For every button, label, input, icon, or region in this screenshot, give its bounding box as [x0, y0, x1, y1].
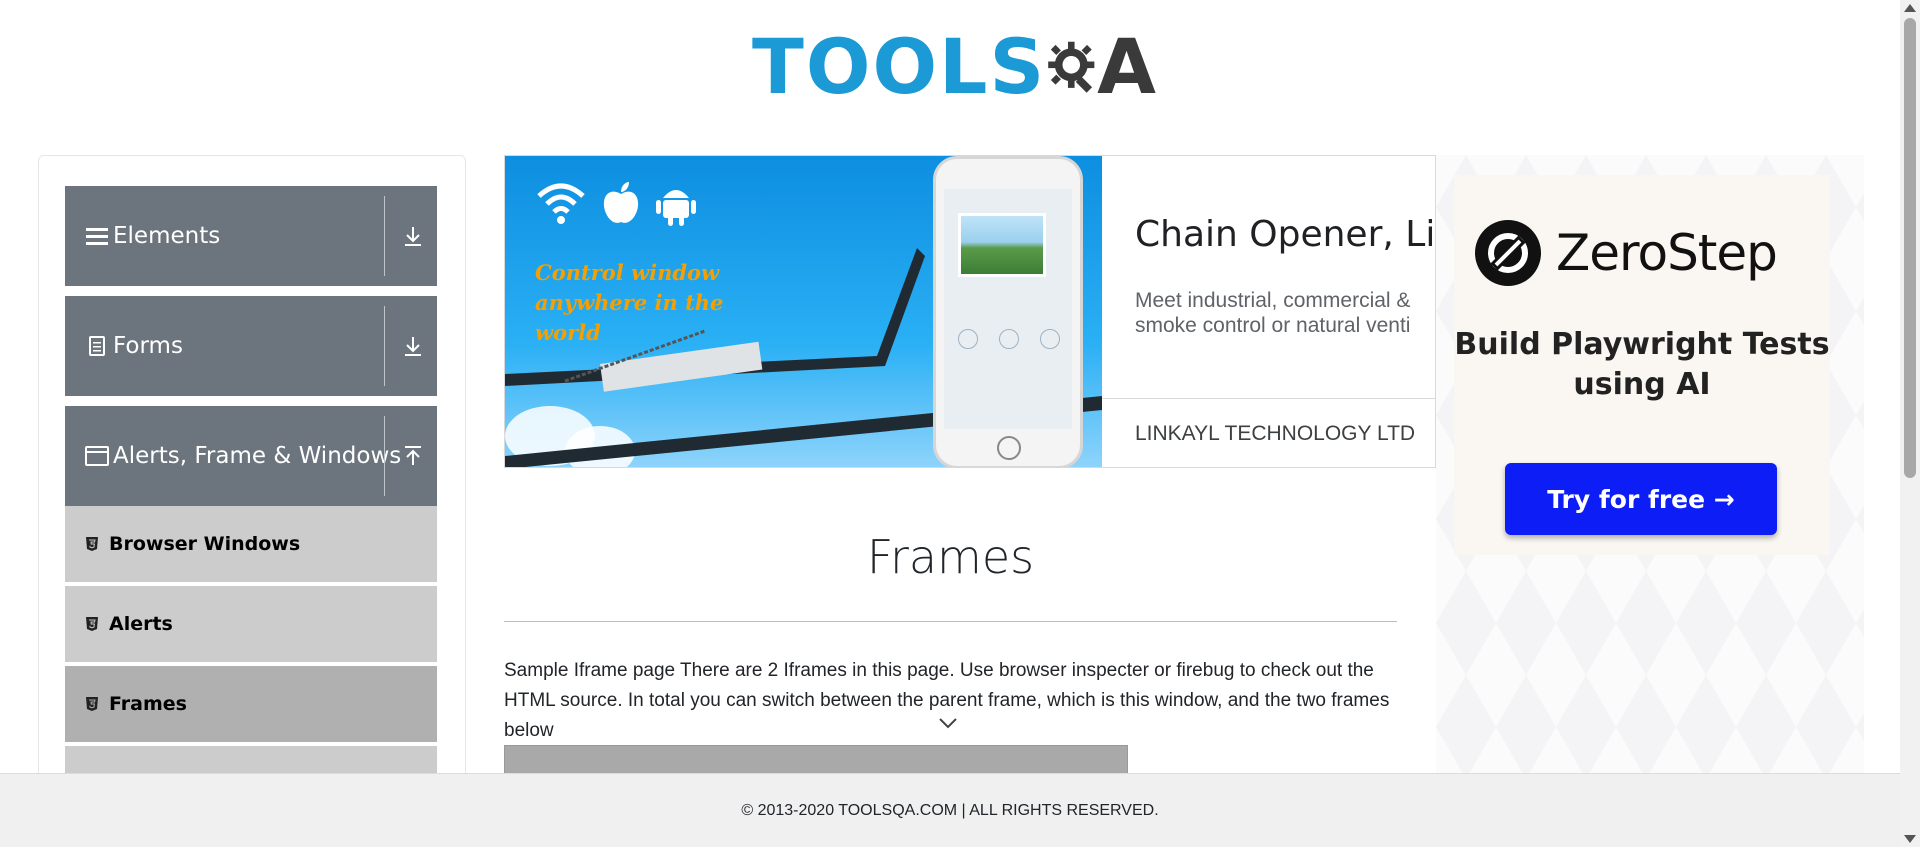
phone-screen-image	[958, 213, 1046, 277]
ad-company[interactable]: LINKAYL TECHNOLOGY LTD	[1135, 422, 1415, 446]
sidebar-panel: Elements Forms Alerts, Frame & Windows B…	[38, 155, 466, 847]
divider	[384, 196, 385, 276]
toolsqa-logo[interactable]: TOOLS A	[752, 20, 1156, 114]
ad-image: Control window anywhere in the world	[505, 156, 1102, 467]
phone-illustration	[933, 156, 1083, 467]
sidebar-group-label: Alerts, Frame & Windows	[113, 443, 402, 469]
sidebar-group-forms[interactable]: Forms	[65, 296, 437, 396]
sidebar-group-alerts-frame-windows[interactable]: Alerts, Frame & Windows	[65, 406, 437, 506]
sidebar-item-label: Alerts	[109, 613, 173, 635]
try-for-free-button[interactable]: Try for free →	[1505, 463, 1777, 535]
document-icon	[85, 334, 109, 358]
sidebar-group-label: Elements	[113, 223, 221, 249]
scroll-thumb[interactable]	[1904, 18, 1916, 478]
sidebar-item-label: Frames	[109, 693, 187, 715]
page-description: Sample Iframe page There are 2 Iframes i…	[504, 660, 1390, 741]
sidebar-group-elements[interactable]: Elements	[65, 186, 437, 286]
upload-arrow-icon[interactable]	[395, 406, 431, 506]
html5-icon	[83, 535, 101, 553]
window-icon	[85, 444, 109, 468]
footer-copyright: © 2013-2020 TOOLSQA.COM | ALL RIGHTS RES…	[741, 801, 1159, 819]
zerostep-ad-card[interactable]: ZeroStep Build Playwright Tests using AI…	[1454, 175, 1830, 555]
ad-description: Meet industrial, commercial & smoke cont…	[1135, 288, 1410, 338]
wifi-icon	[537, 183, 585, 224]
ad-tagline: Control window anywhere in the world	[535, 260, 724, 345]
phone-home-button	[997, 436, 1021, 460]
hamburger-icon	[85, 224, 109, 248]
logo-text-a: A	[1097, 22, 1156, 111]
zerostep-tagline: Build Playwright Tests using AI	[1454, 327, 1830, 402]
sidebar-item-label: Browser Windows	[109, 533, 301, 555]
zerostep-brand: ZeroStep	[1556, 224, 1778, 282]
zerostep-logo: ZeroStep	[1474, 219, 1778, 287]
sidebar-group-label: Forms	[113, 333, 183, 359]
phone-button	[1040, 329, 1060, 349]
android-icon	[656, 190, 696, 226]
ad-description-line: smoke control or natural venti	[1135, 314, 1411, 337]
html5-icon	[83, 615, 101, 633]
sidebar-item-alerts[interactable]: Alerts	[65, 586, 437, 664]
phone-button	[999, 329, 1019, 349]
scroll-down-arrow-icon[interactable]	[1904, 835, 1916, 843]
html5-icon	[83, 695, 101, 713]
footer: © 2013-2020 TOOLSQA.COM | ALL RIGHTS RES…	[0, 773, 1900, 847]
download-arrow-icon[interactable]	[395, 296, 431, 396]
page-title: Frames	[866, 530, 1035, 584]
scroll-up-arrow-icon[interactable]	[1904, 4, 1916, 12]
sidebar-item-browser-windows[interactable]: Browser Windows	[65, 506, 437, 584]
ad-platform-icons	[535, 180, 697, 226]
ad-description-line: Meet industrial, commercial &	[1135, 289, 1411, 312]
logo-text-tools: TOOLS	[752, 22, 1047, 111]
divider	[504, 621, 1397, 622]
zerostep-logo-icon	[1475, 220, 1541, 286]
apple-icon	[603, 182, 639, 223]
right-ad: ZeroStep Build Playwright Tests using AI…	[1436, 155, 1864, 775]
divider	[384, 416, 385, 496]
phone-button	[958, 329, 978, 349]
gear-magnifier-icon	[1048, 41, 1095, 93]
download-arrow-icon[interactable]	[395, 186, 431, 286]
ad-title[interactable]: Chain Opener, Lin	[1135, 214, 1435, 255]
chevron-down-icon[interactable]	[938, 716, 958, 730]
divider	[1102, 398, 1435, 399]
sidebar-item-frames[interactable]: Frames	[65, 666, 437, 744]
ad-banner[interactable]: Control window anywhere in the world Cha…	[504, 155, 1436, 468]
scrollbar[interactable]	[1900, 0, 1920, 847]
divider	[384, 306, 385, 386]
